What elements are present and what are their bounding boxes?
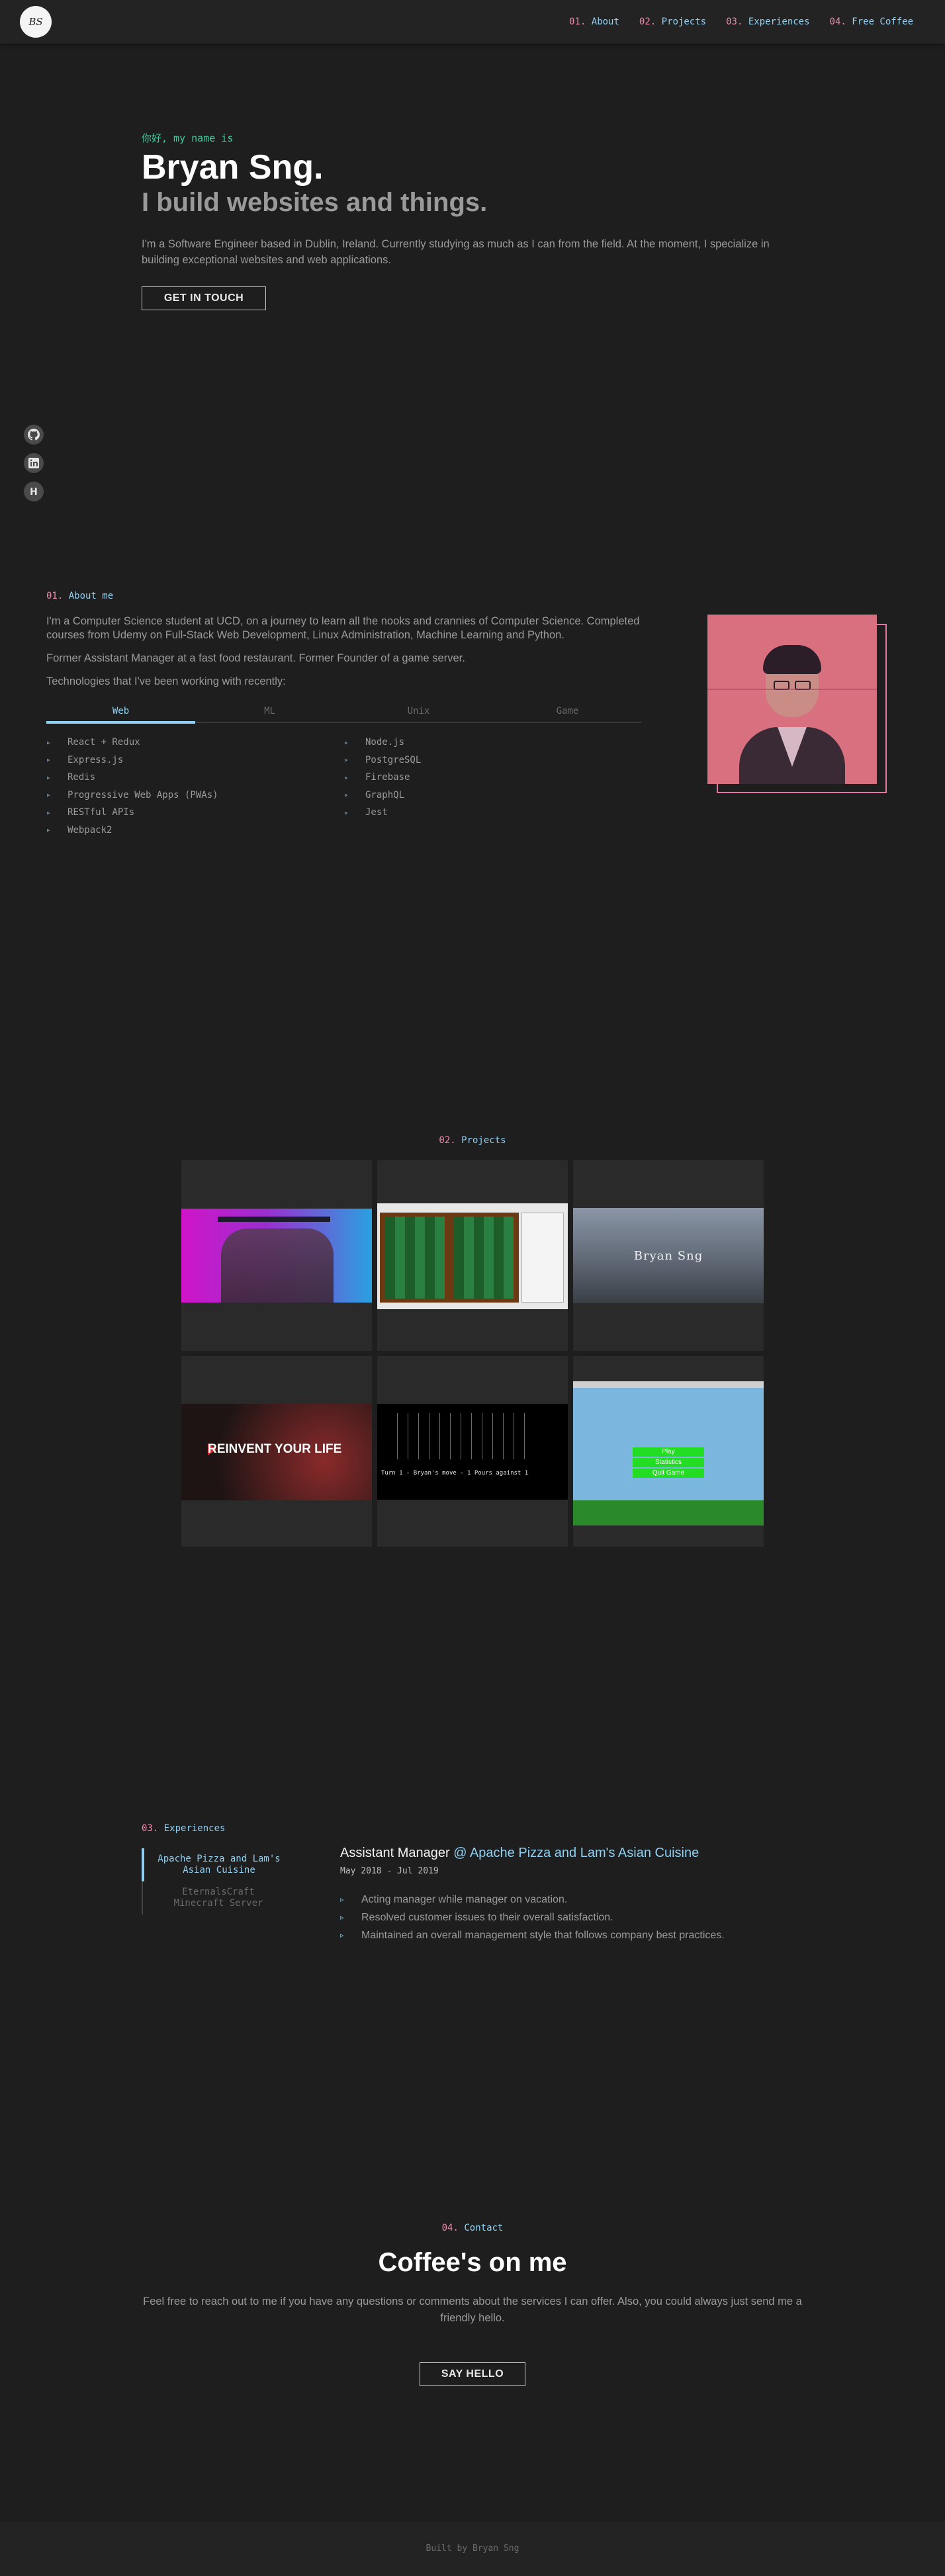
experiences-heading: 03. Experiences bbox=[142, 1823, 226, 1834]
project-card[interactable] bbox=[181, 1160, 372, 1351]
hero-name: Bryan Sng. bbox=[142, 148, 324, 187]
hero-greeting: 你好, my name is bbox=[142, 132, 234, 144]
social-links: H bbox=[24, 425, 44, 501]
tech-tabs: Web ML Unix Game bbox=[46, 703, 642, 724]
triangle-icon: ▹ bbox=[344, 808, 349, 817]
project-screenshot bbox=[377, 1203, 568, 1309]
about-paragraph-1: I'm a Computer Science student at UCD, o… bbox=[46, 615, 640, 641]
tab-ml[interactable]: ML bbox=[195, 703, 344, 723]
company-link[interactable]: @ Apache Pizza and Lam's Asian Cuisine bbox=[453, 1846, 699, 1860]
triangle-icon: ▹ bbox=[46, 791, 51, 800]
nav-about[interactable]: 01. About bbox=[569, 17, 619, 27]
triangle-icon: ▹ bbox=[344, 738, 349, 747]
list-item: ▹ Webpack2 bbox=[46, 824, 112, 836]
top-navbar: BS 01. About 02. Projects 03. Experience… bbox=[0, 0, 945, 44]
contact-title: Coffee's on me bbox=[378, 2248, 567, 2277]
triangle-icon: ▹ bbox=[340, 1932, 344, 1940]
project-screenshot bbox=[181, 1209, 372, 1303]
list-item: ▹ Progressive Web Apps (PWAs) bbox=[46, 789, 218, 800]
linkedin-icon[interactable] bbox=[24, 453, 44, 473]
triangle-icon: ▹ bbox=[46, 826, 51, 835]
about-paragraph-3: Technologies that I've been working with… bbox=[46, 675, 286, 687]
footer: Built by Bryan Sng bbox=[0, 2522, 945, 2576]
nav-projects[interactable]: 02. Projects bbox=[639, 17, 706, 27]
project-screenshot: REINVENT YOUR LIFE bbox=[181, 1404, 372, 1500]
contact-text: Feel free to reach out to me if you have… bbox=[143, 2296, 802, 2324]
list-item: ▹ Jest bbox=[344, 807, 388, 818]
list-item: ▹ PostgreSQL bbox=[344, 754, 422, 765]
triangle-icon: ▹ bbox=[344, 755, 349, 765]
list-item: ▹ RESTful APIs bbox=[46, 807, 135, 818]
get-in-touch-button[interactable]: GET IN TOUCH bbox=[142, 286, 266, 311]
project-screenshot: Bryan Sng bbox=[573, 1208, 764, 1303]
thumbnail-play-label: Play bbox=[633, 1447, 704, 1457]
logo[interactable]: BS bbox=[20, 6, 52, 38]
project-card[interactable] bbox=[377, 1160, 568, 1351]
list-item: ▹ Express.js bbox=[46, 754, 124, 765]
list-item: ▹ GraphQL bbox=[344, 789, 405, 800]
experiences-section: 03. Experiences Apache Pizza and Lam's A… bbox=[142, 1823, 803, 1941]
experience-tabs: Apache Pizza and Lam's Asian Cuisine Ete… bbox=[142, 1848, 287, 1914]
triangle-icon: ▹ bbox=[46, 773, 51, 782]
triangle-icon: ▹ bbox=[46, 808, 51, 817]
projects-grid: Bryan Sng REINVENT YOUR LIFE Turn 1 - Br… bbox=[181, 1160, 764, 1547]
triangle-icon: ▹ bbox=[344, 791, 349, 800]
tab-indicator-track bbox=[46, 721, 642, 724]
project-card[interactable]: Play Statistics Quit Game bbox=[573, 1356, 764, 1547]
thumbnail-text: Turn 1 - Bryan's move - 1 Pours against … bbox=[381, 1470, 529, 1477]
footer-credit[interactable]: Built by Bryan Sng bbox=[426, 2544, 519, 2554]
project-card[interactable]: REINVENT YOUR LIFE bbox=[181, 1356, 372, 1547]
github-icon[interactable] bbox=[24, 425, 44, 445]
hero-section: 你好, my name is Bryan Sng. I build websit… bbox=[142, 131, 810, 311]
tech-list: ▹ React + Redux ▹ Express.js ▹ Redis ▹ Progr… bbox=[46, 734, 642, 839]
tab-eternalscraft[interactable]: EternalsCraft Minecraft Server bbox=[142, 1881, 287, 1914]
triangle-icon: ▹ bbox=[46, 755, 51, 765]
list-item: ▹ Node.js bbox=[344, 737, 405, 748]
thumbnail-title: Bryan Sng bbox=[633, 1249, 703, 1263]
say-hello-button[interactable]: SAY HELLO bbox=[420, 2362, 525, 2386]
triangle-icon: ▹ bbox=[46, 738, 51, 747]
list-item: ▹ Acting manager while manager on vacatio… bbox=[340, 1893, 568, 1905]
thumbnail-statistics-label: Statistics bbox=[633, 1458, 704, 1467]
thumbnail-title: REINVENT YOUR LIFE bbox=[208, 1442, 342, 1456]
about-section: 01. About me I'm a Computer Science stud… bbox=[46, 591, 642, 839]
nav-free-coffee[interactable]: 04. Free Coffee bbox=[830, 17, 913, 27]
list-item: ▹ Resolved customer issues to their overa… bbox=[340, 1911, 613, 1923]
job-date: May 2018 - Jul 2019 bbox=[340, 1866, 439, 1876]
hashnode-icon[interactable]: H bbox=[24, 482, 44, 501]
list-item: ▹ Maintained an overall management style … bbox=[340, 1929, 725, 1941]
tab-indicator bbox=[46, 721, 195, 724]
job-details: Assistant Manager @ Apache Pizza and Lam… bbox=[340, 1846, 803, 1944]
projects-heading: 02. Projects bbox=[439, 1135, 506, 1146]
profile-photo bbox=[707, 615, 888, 793]
contact-heading: 04. Contact bbox=[441, 2223, 504, 2233]
job-title: Assistant Manager @ Apache Pizza and Lam… bbox=[340, 1846, 699, 1860]
hero-intro: I'm a Software Engineer based in Dublin,… bbox=[142, 238, 770, 267]
triangle-icon: ▹ bbox=[340, 1896, 344, 1904]
project-card[interactable]: Bryan Sng bbox=[573, 1160, 764, 1351]
list-item: ▹ React + Redux bbox=[46, 737, 140, 748]
project-screenshot: Turn 1 - Bryan's move - 1 Pours against … bbox=[377, 1404, 568, 1500]
about-paragraph-2: Former Assistant Manager at a fast food … bbox=[46, 652, 465, 664]
main-nav: 01. About 02. Projects 03. Experiences 0… bbox=[569, 17, 913, 27]
nav-experiences[interactable]: 03. Experiences bbox=[726, 17, 809, 27]
tab-web[interactable]: Web bbox=[46, 703, 195, 723]
about-heading: 01. About me bbox=[46, 591, 114, 601]
svg-text:H: H bbox=[30, 487, 38, 497]
thumbnail-quit-label: Quit Game bbox=[633, 1469, 704, 1478]
contact-section: 04. Contact Coffee's on me Feel free to … bbox=[0, 2223, 945, 2386]
list-item: ▹ Firebase bbox=[344, 772, 410, 783]
tab-game[interactable]: Game bbox=[493, 703, 642, 723]
project-card[interactable]: Turn 1 - Bryan's move - 1 Pours against … bbox=[377, 1356, 568, 1547]
hero-tagline: I build websites and things. bbox=[142, 188, 488, 218]
tab-unix[interactable]: Unix bbox=[344, 703, 493, 723]
tab-apache-pizza[interactable]: Apache Pizza and Lam's Asian Cuisine bbox=[142, 1848, 287, 1881]
triangle-icon: ▹ bbox=[344, 773, 349, 782]
portrait-image bbox=[707, 615, 877, 784]
triangle-icon: ▹ bbox=[340, 1914, 344, 1922]
project-screenshot: Play Statistics Quit Game bbox=[573, 1381, 764, 1525]
list-item: ▹ Redis bbox=[46, 772, 96, 783]
